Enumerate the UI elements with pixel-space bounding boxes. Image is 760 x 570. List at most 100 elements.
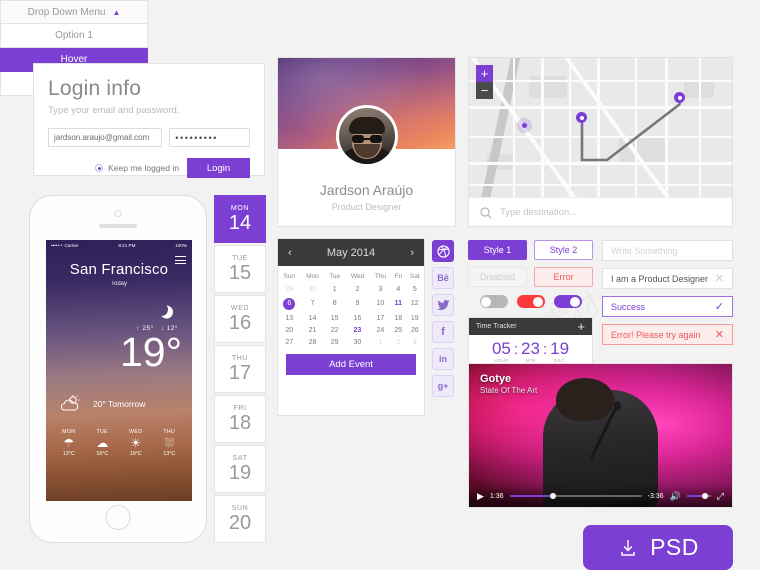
email-field[interactable]: jardson.araujo@gmail.com — [48, 128, 163, 147]
calendar-day-cell[interactable]: 20 — [278, 325, 301, 337]
dropdown-toggle[interactable]: Drop Down Menu ▲ — [0, 0, 148, 24]
twitter-icon[interactable] — [432, 294, 454, 316]
calendar-day-cell[interactable]: 23 — [345, 325, 370, 337]
weekday-header: Mon — [306, 273, 319, 280]
facebook-icon[interactable]: f — [432, 321, 454, 343]
menu-icon[interactable] — [175, 256, 186, 267]
filled-text-input[interactable]: I am a Product Designer ✕ — [602, 268, 733, 289]
password-field[interactable]: ••••••••• — [169, 128, 250, 147]
day-item-tue[interactable]: TUE 15 — [214, 245, 266, 293]
toggle-purple-on[interactable] — [553, 295, 582, 308]
fullscreen-icon[interactable]: ⤢ — [717, 491, 724, 502]
calendar-day-cell[interactable]: 10 — [370, 295, 391, 312]
calendar-day-cell[interactable]: 4 — [391, 283, 406, 295]
calendar-grid: Sun Mon Tue Wed Thu Fri Sat 29 30 1 2 3 4 5 6 7 8… — [278, 270, 424, 349]
calendar-day-cell[interactable]: 25 — [391, 325, 406, 337]
calendar-day-cell[interactable]: 28 — [301, 337, 325, 349]
close-icon[interactable]: ✕ — [715, 328, 724, 341]
calendar-day-cell[interactable]: 18 — [391, 312, 406, 324]
success-field[interactable]: Success ✓ — [602, 296, 733, 317]
calendar-day-cell[interactable]: 30 — [345, 337, 370, 349]
volume-icon[interactable]: 🔊 — [670, 491, 681, 502]
calendar-day-cell[interactable]: 26 — [406, 325, 424, 337]
googleplus-icon[interactable]: g+ — [432, 375, 454, 397]
city-name: San Francisco — [69, 261, 169, 278]
calendar-day-cell[interactable]: 11 — [391, 295, 406, 312]
close-icon[interactable]: ✕ — [715, 272, 724, 285]
calendar-day-cell[interactable]: 16 — [345, 312, 370, 324]
calendar-day-cell[interactable]: 15 — [324, 312, 345, 324]
calendar-day-cell[interactable]: 6 — [278, 295, 301, 312]
zoom-in-button[interactable]: + — [476, 65, 493, 82]
progress-bar[interactable] — [509, 492, 642, 499]
keep-logged-in-label: Keep me logged in — [108, 163, 179, 173]
prev-month-button[interactable]: ‹ — [288, 247, 292, 259]
play-icon[interactable]: ▶ — [477, 491, 484, 502]
calendar-day-cell[interactable]: 30 — [301, 283, 325, 295]
volume-slider[interactable] — [686, 492, 711, 499]
map-canvas[interactable]: + − — [469, 58, 732, 197]
day-item-fri[interactable]: FRI 18 — [214, 395, 266, 443]
calendar-day-cell[interactable]: 29 — [324, 337, 345, 349]
calendar-day-cell[interactable]: 5 — [406, 283, 424, 295]
keep-logged-in-option[interactable]: Keep me logged in — [95, 163, 179, 173]
style2-button[interactable]: Style 2 — [534, 240, 593, 260]
calendar-day-cell[interactable]: 29 — [278, 283, 301, 295]
empty-text-input[interactable]: Write Something — [602, 240, 733, 261]
toggle-red-on[interactable] — [516, 295, 545, 308]
destination-search-bar[interactable]: Type destination... — [469, 197, 732, 226]
calendar-day-cell[interactable]: 2 — [391, 337, 406, 349]
error-field[interactable]: Error! Please try again ✕ — [602, 324, 733, 345]
day-item-thu[interactable]: THU 17 — [214, 345, 266, 393]
map-pin-start[interactable] — [576, 112, 587, 127]
weather-app-screen: ••••∘∘ Carrier 8:21 PM 100% San Francisc… — [46, 240, 192, 501]
add-icon[interactable]: + — [577, 320, 585, 333]
toggle-off[interactable] — [479, 295, 508, 308]
day-number: 16 — [228, 311, 252, 334]
weekday-header: Sun — [283, 273, 296, 280]
calendar-day-cell[interactable]: 3 — [370, 283, 391, 295]
day-item-mon[interactable]: MON 14 — [214, 195, 266, 243]
check-icon: ✓ — [714, 301, 724, 313]
calendar-day-cell[interactable]: 12 — [406, 295, 424, 312]
calendar-day-cell[interactable]: 21 — [301, 325, 325, 337]
social-icon-list: Bē f in g+ — [432, 240, 454, 402]
video-artist: Gotye — [480, 373, 512, 385]
radio-icon[interactable] — [95, 164, 104, 172]
map-pin-end[interactable] — [674, 92, 685, 107]
add-event-button[interactable]: Add Event — [286, 353, 416, 375]
dropdown-option-1[interactable]: Option 1 — [0, 24, 148, 48]
day-item-sun[interactable]: SUN 20 — [214, 495, 266, 543]
zoom-out-button[interactable]: − — [476, 82, 493, 99]
home-button[interactable] — [105, 505, 131, 530]
style1-button[interactable]: Style 1 — [468, 240, 527, 260]
linkedin-icon[interactable]: in — [432, 348, 454, 370]
calendar-day-cell[interactable]: 19 — [406, 312, 424, 324]
calendar-day-cell[interactable]: 2 — [345, 283, 370, 295]
error-button[interactable]: Error — [534, 267, 593, 287]
components-block: Style 1 Style 2 Disabled Error Time Trac… — [468, 240, 733, 370]
calendar-day-cell[interactable]: 8 — [324, 295, 345, 312]
dribbble-icon[interactable] — [432, 240, 454, 262]
behance-icon[interactable]: Bē — [432, 267, 454, 289]
calendar-day-cell[interactable]: 13 — [278, 312, 301, 324]
weekday-header: Wed — [350, 273, 365, 280]
calendar-day-cell[interactable]: 17 — [370, 312, 391, 324]
day-item-sat[interactable]: SAT 19 — [214, 445, 266, 493]
next-month-button[interactable]: › — [410, 247, 414, 259]
day-item-wed[interactable]: WED 16 — [214, 295, 266, 343]
calendar-day-cell[interactable]: 7 — [301, 295, 325, 312]
calendar-day-cell[interactable]: 9 — [345, 295, 370, 312]
psd-label: PSD — [650, 534, 699, 560]
calendar-day-cell[interactable]: 27 — [278, 337, 301, 349]
login-button[interactable]: Login — [187, 158, 250, 178]
calendar-day-cell[interactable]: 22 — [324, 325, 345, 337]
calendar-day-cell[interactable]: 24 — [370, 325, 391, 337]
calendar-day-cell[interactable]: 14 — [301, 312, 325, 324]
chevron-up-icon: ▲ — [112, 7, 121, 17]
calendar-day-cell[interactable]: 3 — [406, 337, 424, 349]
calendar-day-cell[interactable]: 1 — [324, 283, 345, 295]
video-player[interactable]: Gotye State Of The Art ▶ 1:36 -3:36 🔊 ⤢ — [468, 363, 733, 508]
calendar-day-cell[interactable]: 1 — [370, 337, 391, 349]
download-psd-button[interactable]: PSD — [583, 525, 733, 570]
